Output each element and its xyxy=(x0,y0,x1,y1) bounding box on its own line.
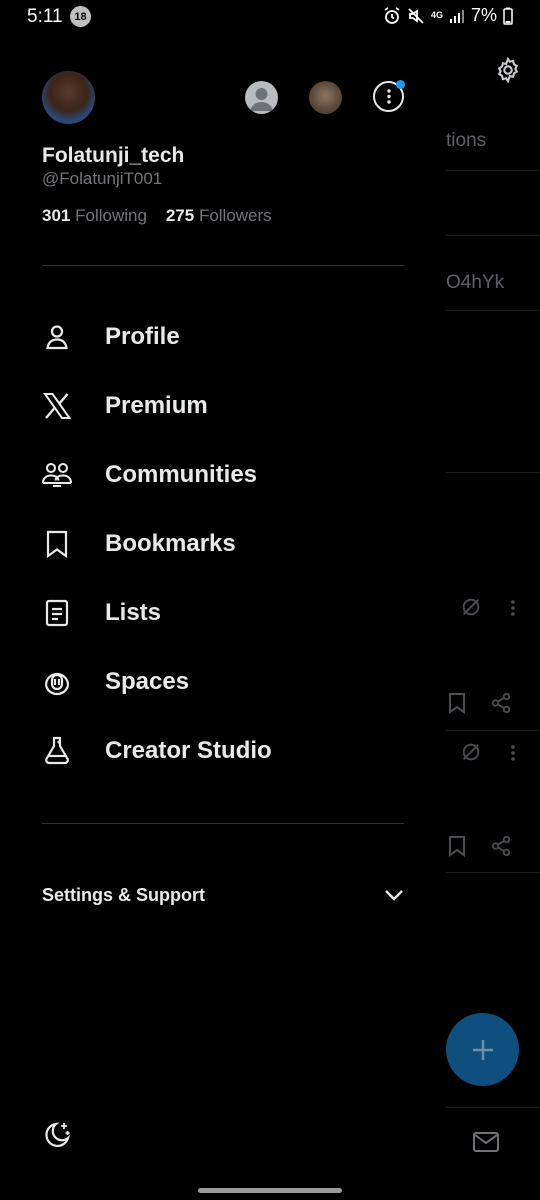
bookmark-icon[interactable] xyxy=(447,692,467,719)
person-icon xyxy=(41,321,73,353)
list-icon xyxy=(41,597,73,629)
bookmark-icon[interactable] xyxy=(447,835,467,862)
menu-label: Lists xyxy=(105,598,162,626)
switch-account-avatar[interactable] xyxy=(309,81,342,114)
display-name[interactable]: Folatunji_tech xyxy=(42,144,184,168)
settings-gear-icon[interactable] xyxy=(494,56,522,89)
alarm-icon xyxy=(384,6,400,24)
notification-dot xyxy=(396,80,405,89)
more-vertical-icon xyxy=(386,89,391,104)
battery-percent: 7% xyxy=(470,5,497,25)
drawer-menu: Profile Premium Communities Bookmarks Li… xyxy=(0,302,446,785)
following-label: Following xyxy=(75,206,147,225)
notification-count-badge: 18 xyxy=(70,6,91,27)
post-text-fragment: O4hYk xyxy=(446,272,505,293)
messages-mail-icon[interactable] xyxy=(472,1130,500,1159)
menu-label: Spaces xyxy=(105,667,190,695)
menu-label: Creator Studio xyxy=(105,736,272,764)
network-type: 4G xyxy=(430,10,443,20)
communities-icon xyxy=(41,459,73,491)
menu-item-lists[interactable]: Lists xyxy=(0,578,446,647)
user-handle: @FolatunjiT001 xyxy=(42,169,163,188)
muted-icon[interactable] xyxy=(460,596,482,623)
menu-item-communities[interactable]: Communities xyxy=(0,440,446,509)
followers-link[interactable]: 275 Followers xyxy=(166,206,272,225)
chevron-down-icon xyxy=(385,890,403,901)
menu-item-profile[interactable]: Profile xyxy=(0,302,446,371)
followers-label: Followers xyxy=(198,206,272,225)
menu-item-creator-studio[interactable]: Creator Studio xyxy=(0,716,446,785)
settings-support-toggle[interactable]: Settings & Support xyxy=(42,879,404,911)
profile-avatar[interactable] xyxy=(42,71,95,124)
menu-item-bookmarks[interactable]: Bookmarks xyxy=(0,509,446,578)
following-count: 301 xyxy=(42,206,71,225)
signal-icon xyxy=(449,9,464,23)
menu-label: Bookmarks xyxy=(105,529,236,557)
plus-icon xyxy=(472,1039,493,1060)
more-accounts-button[interactable] xyxy=(373,80,405,112)
home-indicator[interactable] xyxy=(198,1188,342,1193)
more-vertical-icon[interactable] xyxy=(508,598,518,623)
navigation-drawer: Folatunji_tech @FolatunjiT001 301 Follow… xyxy=(0,34,446,1200)
divider xyxy=(42,265,404,266)
flask-icon xyxy=(41,735,73,767)
share-icon[interactable] xyxy=(490,835,512,862)
status-time: 5:11 xyxy=(27,6,63,27)
following-link[interactable]: 301 Following xyxy=(42,206,147,225)
menu-item-premium[interactable]: Premium xyxy=(0,371,446,440)
tab-notifications-fragment[interactable]: tions xyxy=(446,130,486,152)
follow-stats: 301 Following 275 Followers xyxy=(42,206,272,226)
share-icon[interactable] xyxy=(490,692,512,719)
divider xyxy=(42,823,404,824)
spaces-icon xyxy=(41,666,73,698)
x-logo-icon xyxy=(41,390,73,422)
more-vertical-icon[interactable] xyxy=(508,743,518,768)
menu-label: Profile xyxy=(105,322,180,350)
menu-item-spaces[interactable]: Spaces xyxy=(0,647,446,716)
settings-support-label: Settings & Support xyxy=(42,884,205,905)
muted-icon[interactable] xyxy=(460,741,482,768)
bookmark-icon xyxy=(41,528,73,560)
switch-account-avatar-default[interactable] xyxy=(245,81,278,114)
menu-label: Premium xyxy=(105,391,208,419)
display-mode-moon-icon[interactable] xyxy=(42,1120,72,1150)
followers-count: 275 xyxy=(165,206,195,225)
battery-icon xyxy=(503,7,513,25)
status-bar: 5:11 18 4G 7% xyxy=(0,0,540,34)
menu-label: Communities xyxy=(105,460,258,488)
default-user-icon xyxy=(250,88,273,111)
mute-icon xyxy=(408,7,424,24)
compose-post-button[interactable] xyxy=(446,1013,519,1086)
